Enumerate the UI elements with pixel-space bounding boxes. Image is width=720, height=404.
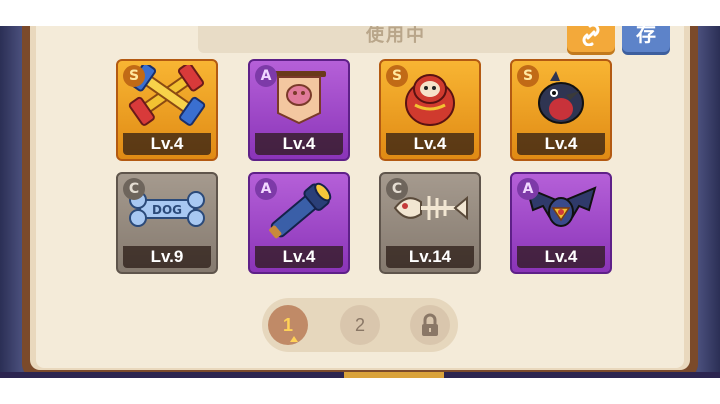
rarity-badge: S [517,65,539,87]
link-icon [582,26,600,46]
share-button[interactable] [567,26,615,52]
loadout-tab[interactable]: 使用中 [198,26,594,53]
rarity-badge: S [386,65,408,87]
item-card-5[interactable]: DOG C Lv.9 [116,172,218,274]
rarity-badge: A [255,178,277,200]
bottom-bar-highlight [344,372,444,378]
page-selector: 1 2 [262,298,458,352]
rarity-badge: S [123,65,145,87]
item-level: Lv.9 [123,246,211,268]
item-card-1[interactable]: S Lv.4 [116,59,218,161]
item-card-7[interactable]: C Lv.14 [379,172,481,274]
bottom-bar [0,372,720,378]
rarity-badge: C [123,178,145,200]
save-button[interactable]: 存 [622,26,670,52]
item-level: Lv.4 [517,133,605,155]
loadout-tab-label: 使用中 [366,26,426,46]
item-level: Lv.4 [386,133,474,155]
inventory-screen: 使用中 存 S Lv.4 A Lv.4 S Lv.4 S Lv.4 DOG C … [0,26,720,378]
item-level: Lv.4 [123,133,211,155]
item-level: Lv.4 [255,133,343,155]
item-card-6[interactable]: A Lv.4 [248,172,350,274]
item-level: Lv.4 [517,246,605,268]
active-page-marker [290,336,298,342]
lock-icon [422,313,438,336]
locked-page-button[interactable] [410,305,450,345]
item-level: Lv.4 [255,246,343,268]
item-card-8[interactable]: A Lv.4 [510,172,612,274]
item-card-2[interactable]: A Lv.4 [248,59,350,161]
rarity-badge: A [517,178,539,200]
page-label-2: 2 [354,315,365,335]
item-level: Lv.14 [386,246,474,268]
page-button-1[interactable]: 1 [268,305,308,345]
item-card-3[interactable]: S Lv.4 [379,59,481,161]
page-label-1: 1 [282,315,293,335]
item-card-4[interactable]: S Lv.4 [510,59,612,161]
rarity-badge: A [255,65,277,87]
svg-text:DOG: DOG [152,203,182,217]
page-button-2[interactable]: 2 [340,305,380,345]
rarity-badge: C [386,178,408,200]
